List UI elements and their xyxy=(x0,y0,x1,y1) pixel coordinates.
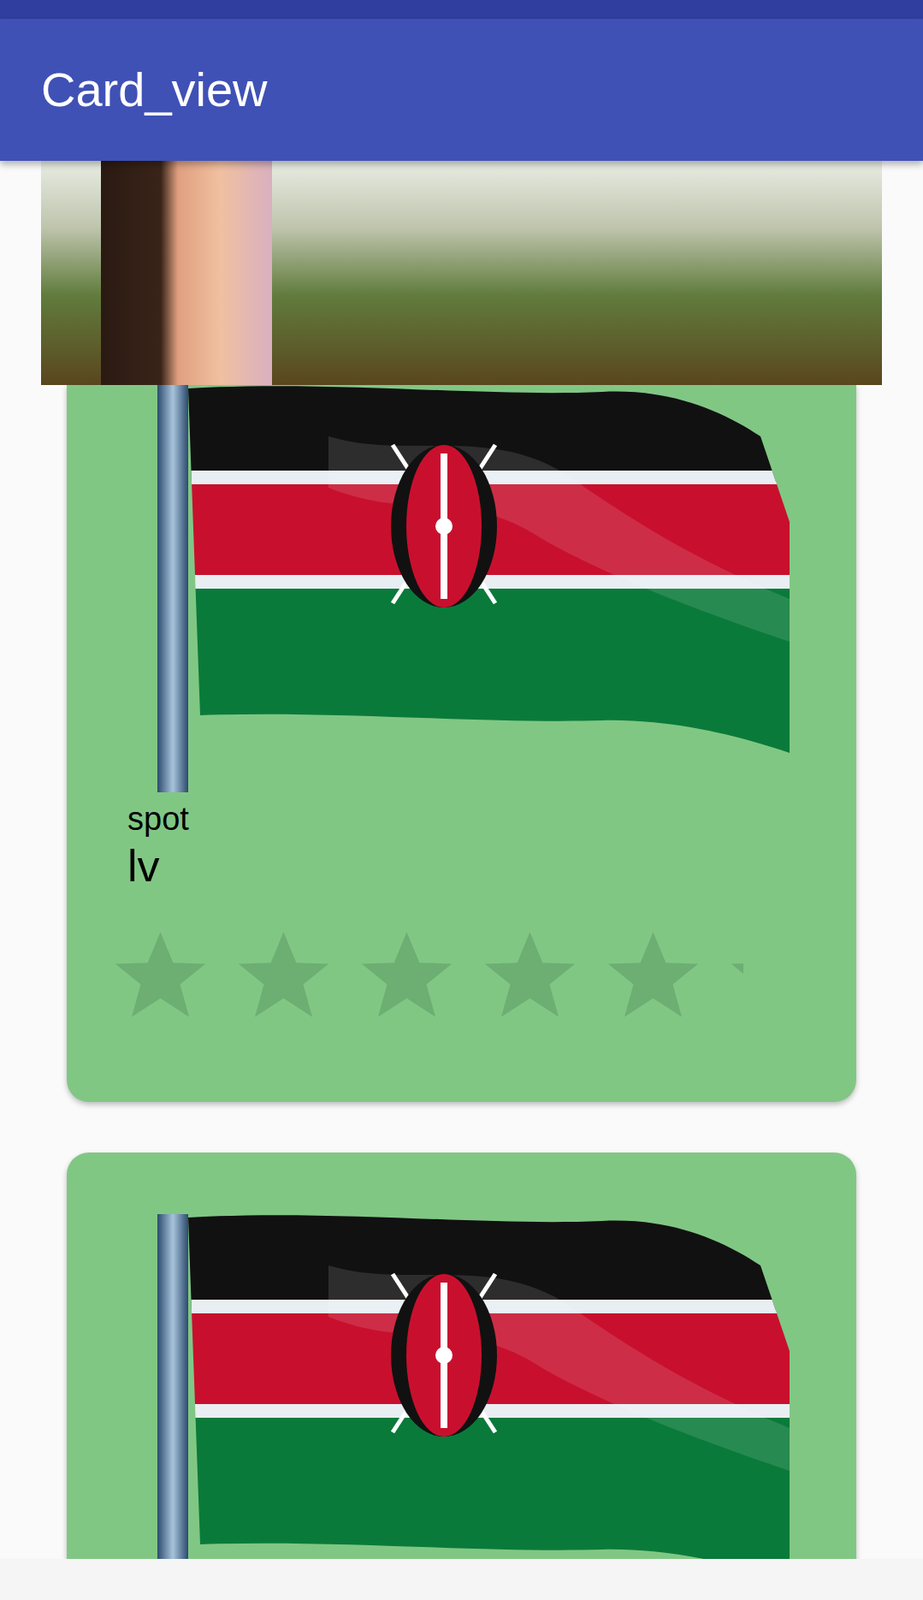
card-image xyxy=(66,1213,857,1559)
star-icon[interactable] xyxy=(727,925,744,1024)
card-list: spotlv xyxy=(0,160,923,1559)
star-icon[interactable] xyxy=(234,925,333,1024)
app-bar: Card_view xyxy=(0,18,923,161)
flag-icon xyxy=(157,384,790,793)
app-title: Card_view xyxy=(41,61,268,119)
star-icon[interactable] xyxy=(480,925,580,1024)
bottom-strip xyxy=(0,1558,923,1600)
card-subtitle: lv xyxy=(66,838,857,894)
star-icon[interactable] xyxy=(111,925,210,1024)
star-icon[interactable] xyxy=(603,925,703,1024)
status-bar xyxy=(0,0,923,19)
header-photo xyxy=(41,160,882,385)
star-icon[interactable] xyxy=(357,925,456,1024)
card[interactable] xyxy=(66,1152,857,1559)
card-title: spot xyxy=(66,798,857,839)
card[interactable]: spotlv xyxy=(66,384,857,1102)
card-image xyxy=(66,384,857,793)
flag-icon xyxy=(157,1213,790,1559)
rating-bar[interactable] xyxy=(66,925,744,1024)
photo-person xyxy=(100,160,273,385)
cards: spotlv xyxy=(0,384,923,1559)
